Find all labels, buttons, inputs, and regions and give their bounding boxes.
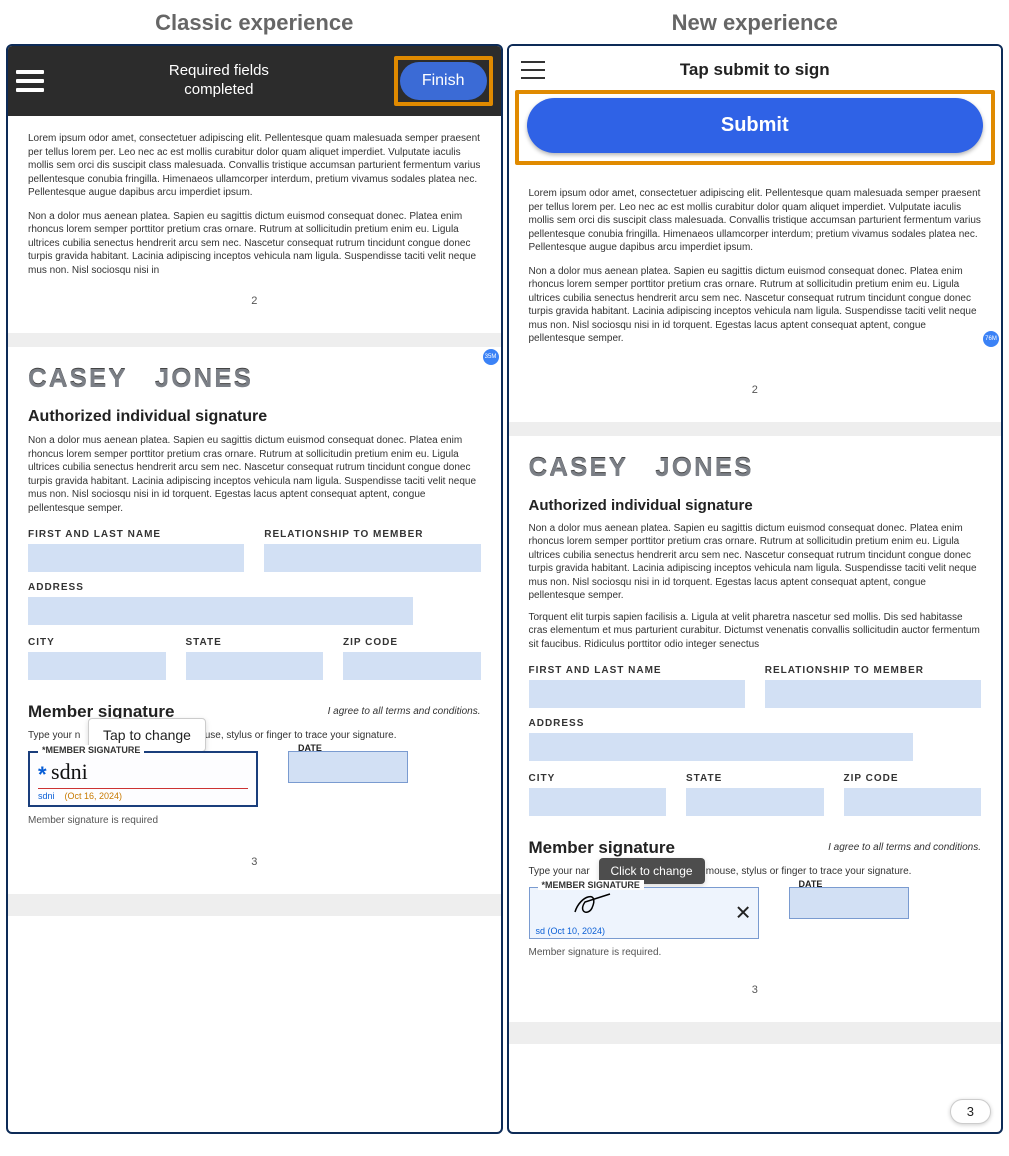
field-name: FIRST AND LAST NAME <box>28 529 244 572</box>
date-input[interactable] <box>789 887 909 919</box>
classic-pages: Lorem ipsum odor amet, consectetuer adip… <box>8 116 501 916</box>
menu-icon[interactable] <box>521 61 545 79</box>
auth-form: FIRST AND LAST NAME RELATIONSHIP TO MEMB… <box>529 665 982 761</box>
rel-input[interactable] <box>765 680 981 708</box>
signature-sub: sdni(Oct 16, 2024) <box>38 791 248 801</box>
new-column: New experience Tap submit to sign Submit… <box>507 6 1004 1134</box>
classic-device: Required fieldscompleted Finish Lorem ip… <box>6 44 503 1134</box>
zip-input[interactable] <box>343 652 481 680</box>
new-device: Tap submit to sign Submit Lorem ipsum od… <box>507 44 1004 1134</box>
page-3: 35M CASEY JONES Authorized individual si… <box>8 347 501 894</box>
field-rel: RELATIONSHIP TO MEMBER <box>264 529 480 572</box>
address-input[interactable] <box>28 597 413 625</box>
city-input[interactable] <box>28 652 166 680</box>
member-signature-box[interactable]: *MEMBER SIGNATURE ✕ sd (Oct 10, 2024) <box>529 887 759 939</box>
page-3: CASEY JONES Authorized individual signat… <box>509 436 1002 1023</box>
member-sig-title: Member signature <box>529 838 675 858</box>
submit-button[interactable]: Submit <box>527 98 984 153</box>
casey-logo: CASEY JONES <box>28 363 481 394</box>
city-input[interactable] <box>529 788 667 816</box>
name-input[interactable] <box>28 544 244 572</box>
page-2: Lorem ipsum odor amet, consectetuer adip… <box>509 171 1002 422</box>
section-title: Authorized individual signature <box>529 497 982 514</box>
page-fab[interactable]: 3 <box>950 1099 991 1124</box>
city-state-zip: CITY STATE ZIP CODE <box>529 773 982 816</box>
required-msg: Member signature is required <box>28 815 481 826</box>
agree-text: I agree to all terms and conditions. <box>828 842 981 853</box>
note-badge[interactable]: 35M <box>483 349 499 365</box>
lorem-2: Non a dolor mus aenean platea. Sapien eu… <box>529 265 982 346</box>
clear-signature-icon[interactable]: ✕ <box>735 901 752 926</box>
classic-title: Classic experience <box>6 10 503 36</box>
casey-logo: CASEY JONES <box>529 452 982 483</box>
address-input[interactable] <box>529 733 914 761</box>
submit-highlight: Submit <box>515 90 996 165</box>
new-pages: Lorem ipsum odor amet, consectetuer adip… <box>509 171 1002 1044</box>
date-input[interactable] <box>288 751 408 783</box>
name-input[interactable] <box>529 680 745 708</box>
classic-column: Classic experience Required fieldscomple… <box>6 6 503 1134</box>
header-title: Tap submit to sign <box>555 60 956 80</box>
field-address: ADDRESS <box>28 582 481 625</box>
finish-highlight: Finish <box>394 56 493 106</box>
page-number: 2 <box>529 376 982 396</box>
lorem-1: Lorem ipsum odor amet, consectetuer adip… <box>529 187 982 255</box>
page-number-3: 3 <box>28 848 481 868</box>
member-signature-box[interactable]: *MEMBER SIGNATURE * sdni sdni(Oct 16, 20… <box>28 751 258 807</box>
required-star-icon: * <box>38 762 47 788</box>
sig-instructions: Type your narxxxxxxxxxxxxxxxuse your mou… <box>529 866 982 877</box>
section-para2: Torquent elit turpis sapien facilisis a.… <box>529 611 982 652</box>
page-number: 2 <box>28 287 481 307</box>
classic-header: Required fieldscompleted Finish <box>8 46 501 116</box>
auth-form: FIRST AND LAST NAME RELATIONSHIP TO MEMB… <box>28 529 481 625</box>
required-msg: Member signature is required. <box>529 947 982 958</box>
signature-sub: sd (Oct 10, 2024) <box>536 926 606 936</box>
state-input[interactable] <box>686 788 824 816</box>
section-para1: Non a dolor mus aenean platea. Sapien eu… <box>529 522 982 603</box>
page-2: Lorem ipsum odor amet, consectetuer adip… <box>8 116 501 333</box>
lorem-2: Non a dolor mus aenean platea. Sapien eu… <box>28 210 481 278</box>
signature-scribble-icon <box>570 890 620 916</box>
header-title: Required fieldscompleted <box>52 62 386 100</box>
new-header: Tap submit to sign <box>509 46 1002 90</box>
new-title: New experience <box>507 10 1004 36</box>
rel-input[interactable] <box>264 544 480 572</box>
finish-button[interactable]: Finish <box>400 62 487 100</box>
menu-icon[interactable] <box>16 70 44 92</box>
note-badge[interactable]: 76M <box>983 331 999 347</box>
section-title: Authorized individual signature <box>28 408 481 426</box>
agree-text: I agree to all terms and conditions. <box>328 706 481 717</box>
signature-value: sdni <box>51 759 88 785</box>
city-state-zip: CITY STATE ZIP CODE <box>28 637 481 680</box>
zip-input[interactable] <box>844 788 982 816</box>
section-para: Non a dolor mus aenean platea. Sapien eu… <box>28 434 481 515</box>
state-input[interactable] <box>186 652 324 680</box>
lorem-1: Lorem ipsum odor amet, consectetuer adip… <box>28 132 481 200</box>
page-number-3: 3 <box>529 976 982 996</box>
